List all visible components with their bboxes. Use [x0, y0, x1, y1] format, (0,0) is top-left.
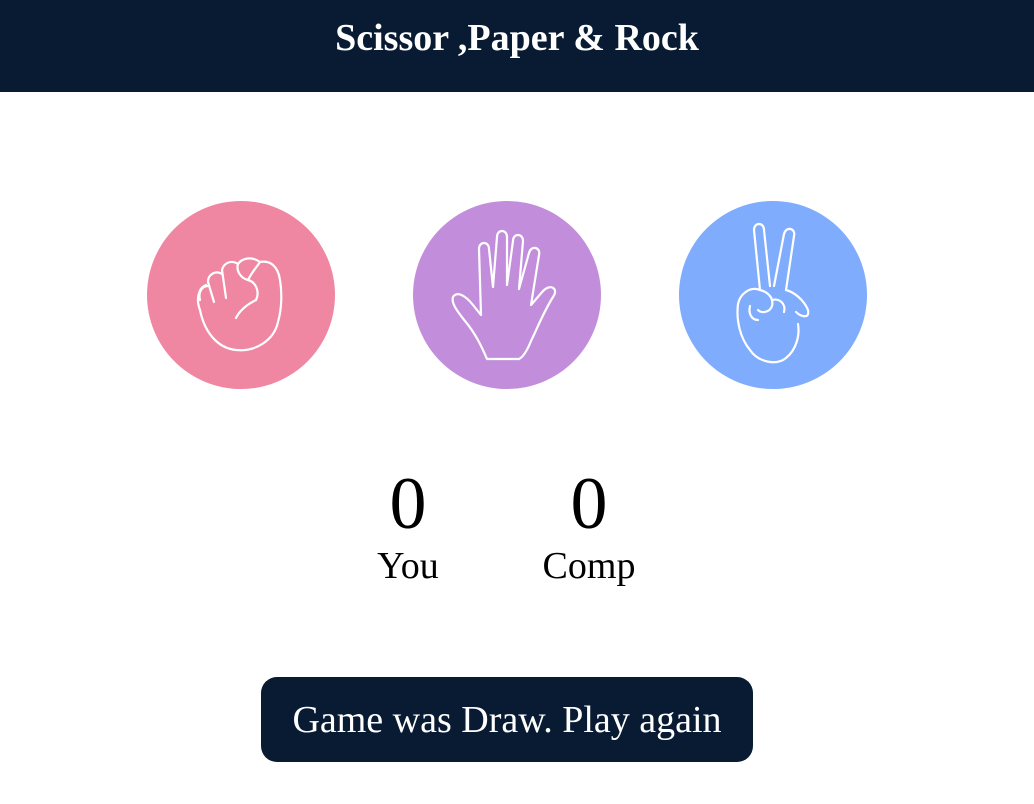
scissors-choice-button[interactable]	[679, 201, 867, 389]
header-bar: Scissor ,Paper & Rock	[0, 0, 1034, 92]
page-title: Scissor ,Paper & Rock	[335, 17, 699, 59]
user-score-label: You	[377, 545, 439, 587]
peace-hand-icon	[736, 222, 810, 364]
comp-score-label: Comp	[542, 545, 636, 587]
fist-icon	[196, 257, 283, 352]
paper-choice-button[interactable]	[413, 201, 601, 389]
comp-score-value: 0	[570, 463, 608, 545]
user-score-value: 0	[389, 463, 427, 545]
comp-score-block: 0 Comp	[529, 462, 649, 586]
result-message: Game was Draw. Play again	[261, 677, 753, 762]
user-score-block: 0 You	[363, 462, 453, 586]
rock-choice-button[interactable]	[147, 201, 335, 389]
open-hand-icon	[451, 229, 557, 361]
